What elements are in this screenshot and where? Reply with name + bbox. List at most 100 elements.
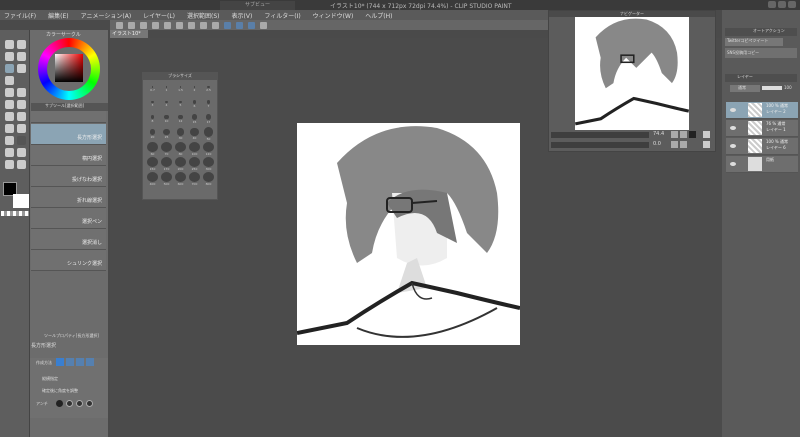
pencil-tool-icon[interactable]	[17, 88, 26, 97]
aspect-checkbox-label[interactable]: 縦横指定	[42, 376, 58, 382]
text-tool-icon[interactable]	[17, 148, 26, 157]
auto-action-set-select[interactable]: Twitterコピペツイート	[725, 38, 783, 46]
brush-size-option[interactable]: 12	[174, 112, 187, 126]
rotate-right-icon[interactable]	[680, 141, 687, 148]
antialias-weak-icon[interactable]	[66, 400, 73, 407]
brush-size-option[interactable]: 250	[188, 157, 201, 171]
brush-size-option[interactable]: 2	[188, 82, 201, 96]
opacity-value[interactable]: 100	[784, 85, 792, 90]
color-saturation-square[interactable]	[55, 54, 83, 82]
undo-icon[interactable]	[164, 21, 171, 29]
menu-help[interactable]: ヘルプ(H)	[365, 11, 392, 20]
help-icon[interactable]	[260, 21, 267, 29]
brush-size-option[interactable]: 150	[146, 157, 159, 171]
opacity-slider[interactable]	[762, 86, 782, 90]
brush-size-option[interactable]: 6	[188, 97, 201, 111]
save-icon[interactable]	[152, 21, 159, 29]
clip-studio-icon[interactable]	[116, 21, 123, 29]
balloon-tool-icon[interactable]	[5, 160, 14, 169]
brush-size-option[interactable]: 120	[202, 142, 215, 156]
open-icon[interactable]	[140, 21, 147, 29]
brush-size-option[interactable]: 17	[202, 112, 215, 126]
brush-size-option[interactable]: 300	[202, 157, 215, 171]
menu-selection[interactable]: 選択範囲(S)	[187, 11, 220, 20]
brush-size-option[interactable]: 100	[188, 142, 201, 156]
brush-size-option[interactable]: 70	[160, 142, 173, 156]
menu-filter[interactable]: フィルター(I)	[264, 11, 300, 20]
rotate-left-icon[interactable]	[671, 141, 678, 148]
zoom-in-icon[interactable]	[680, 131, 687, 138]
snap-special-ruler-icon[interactable]	[236, 21, 243, 29]
rotation-slider[interactable]	[551, 142, 649, 148]
brush-size-option[interactable]: 25	[160, 127, 173, 141]
brush-size-option[interactable]: 15	[188, 112, 201, 126]
fill-tool-icon[interactable]	[17, 124, 26, 133]
brush-size-option[interactable]: 50	[202, 127, 215, 141]
drawing-canvas[interactable]	[296, 123, 521, 345]
subtract-selection-icon[interactable]	[76, 358, 84, 366]
fit-icon[interactable]	[689, 131, 696, 138]
eye-icon[interactable]	[730, 162, 736, 166]
brush-size-option[interactable]: 40	[188, 127, 201, 141]
auto-action-item[interactable]: SNS投稿用コピー	[725, 48, 797, 58]
brush-size-option[interactable]: 1	[160, 82, 173, 96]
brush-size-option[interactable]: 8	[146, 112, 159, 126]
eye-icon[interactable]	[730, 108, 736, 112]
gradient-tool-icon[interactable]	[5, 136, 14, 145]
navigator-preview[interactable]	[575, 17, 689, 130]
fill-icon[interactable]	[200, 21, 207, 29]
brush-size-option[interactable]: 800	[202, 172, 215, 186]
figure-tool-icon[interactable]	[17, 136, 26, 145]
brush-size-option[interactable]: 400	[146, 172, 159, 186]
antialias-medium-icon[interactable]	[76, 400, 83, 407]
rotation-value[interactable]: 0.0	[653, 141, 661, 147]
pen-tool-icon[interactable]	[5, 88, 14, 97]
minimize-button[interactable]	[768, 1, 776, 8]
subtool-item[interactable]: 折れ線選択	[31, 187, 106, 208]
brush-size-option[interactable]: 20	[146, 127, 159, 141]
brush-size-option[interactable]: 5	[174, 97, 187, 111]
layer-row[interactable]: 76 % 通常 レイヤー 1	[726, 120, 798, 137]
layer-tab[interactable]: レイヤー	[725, 74, 797, 82]
zoom-out-icon[interactable]	[671, 131, 678, 138]
snap-grid-icon[interactable]	[248, 21, 255, 29]
eye-icon[interactable]	[730, 144, 736, 148]
adjust-angle-checkbox-label[interactable]: 確定後に角度を調整	[42, 388, 78, 394]
menu-view[interactable]: 表示(V)	[232, 11, 253, 20]
subtool-item[interactable]: 長方形選択	[31, 124, 106, 145]
sub-color-swatch[interactable]	[13, 194, 29, 208]
layer-row[interactable]: 用紙	[726, 156, 798, 173]
layer-row[interactable]: 100 % 通常 レイヤー 2	[726, 102, 798, 119]
eye-icon[interactable]	[730, 126, 736, 130]
blend-tool-icon[interactable]	[5, 124, 14, 133]
antialias-none-icon[interactable]	[56, 400, 63, 407]
menu-file[interactable]: ファイル(F)	[4, 11, 36, 20]
hand-tool-icon[interactable]	[17, 40, 26, 49]
intersect-selection-icon[interactable]	[86, 358, 94, 366]
selection-tool-icon[interactable]	[5, 64, 14, 73]
brush-size-option[interactable]: 4	[160, 97, 173, 111]
add-selection-icon[interactable]	[66, 358, 74, 366]
operation-tool-icon[interactable]	[5, 52, 14, 61]
auto-action-tab[interactable]: オートアクション	[725, 28, 797, 36]
subtool-item[interactable]: シュリンク選択	[31, 250, 106, 271]
brush-size-option[interactable]: 2.5	[202, 82, 215, 96]
brush-size-option[interactable]: 10	[160, 112, 173, 126]
subtool-item[interactable]: 楕円選択	[31, 145, 106, 166]
flip-horizontal-icon[interactable]	[703, 131, 710, 138]
brush-size-option[interactable]: 30	[174, 127, 187, 141]
eyedropper-tool-icon[interactable]	[5, 76, 14, 85]
ruler-tool-icon[interactable]	[5, 148, 14, 157]
redo-icon[interactable]	[176, 21, 183, 29]
close-button[interactable]	[788, 1, 796, 8]
brush-size-option[interactable]: 7	[202, 97, 215, 111]
auto-select-tool-icon[interactable]	[17, 64, 26, 73]
move-layer-tool-icon[interactable]	[17, 52, 26, 61]
brush-size-option[interactable]: 200	[174, 157, 187, 171]
document-tab[interactable]: イラスト10*	[110, 30, 148, 38]
brush-size-option[interactable]: 600	[174, 172, 187, 186]
brush-size-option[interactable]: 0.7	[146, 82, 159, 96]
subtool-item[interactable]: 投げなわ選択	[31, 166, 106, 187]
zoom-slider[interactable]	[551, 132, 649, 138]
airbrush-tool-icon[interactable]	[17, 100, 26, 109]
